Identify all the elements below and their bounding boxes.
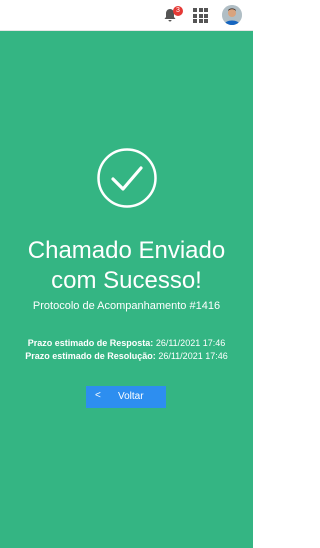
resolution-deadline: Prazo estimado de Resolução: 26/11/2021 … <box>0 350 253 363</box>
top-bar: 3 <box>0 0 253 31</box>
deadline-info: Prazo estimado de Resposta: 26/11/2021 1… <box>0 337 253 363</box>
resolution-deadline-value: 26/11/2021 17:46 <box>158 351 228 361</box>
resolution-deadline-label: Prazo estimado de Resolução: <box>25 351 156 361</box>
success-title: Chamado Enviado com Sucesso! <box>0 236 253 296</box>
response-deadline-value: 26/11/2021 17:46 <box>155 338 226 348</box>
check-circle-icon <box>97 148 157 208</box>
notification-badge: 3 <box>173 6 183 16</box>
notifications-button[interactable]: 3 <box>163 6 183 26</box>
title-line-2: com Sucesso! <box>51 267 202 294</box>
response-deadline-label: Prazo estimado de Resposta: <box>27 338 154 348</box>
success-panel: Chamado Enviado com Sucesso! Protocolo d… <box>0 31 253 548</box>
apps-grid-icon[interactable] <box>193 8 208 23</box>
chevron-left-icon: < <box>95 390 101 401</box>
back-button-label: Voltar <box>118 391 144 402</box>
avatar[interactable] <box>222 5 242 25</box>
back-button[interactable]: < Voltar <box>86 386 166 408</box>
title-line-1: Chamado Enviado <box>27 237 226 264</box>
protocol-number: Protocolo de Acompanhamento #1416 <box>32 300 221 312</box>
response-deadline: Prazo estimado de Resposta: 26/11/2021 1… <box>0 337 253 350</box>
